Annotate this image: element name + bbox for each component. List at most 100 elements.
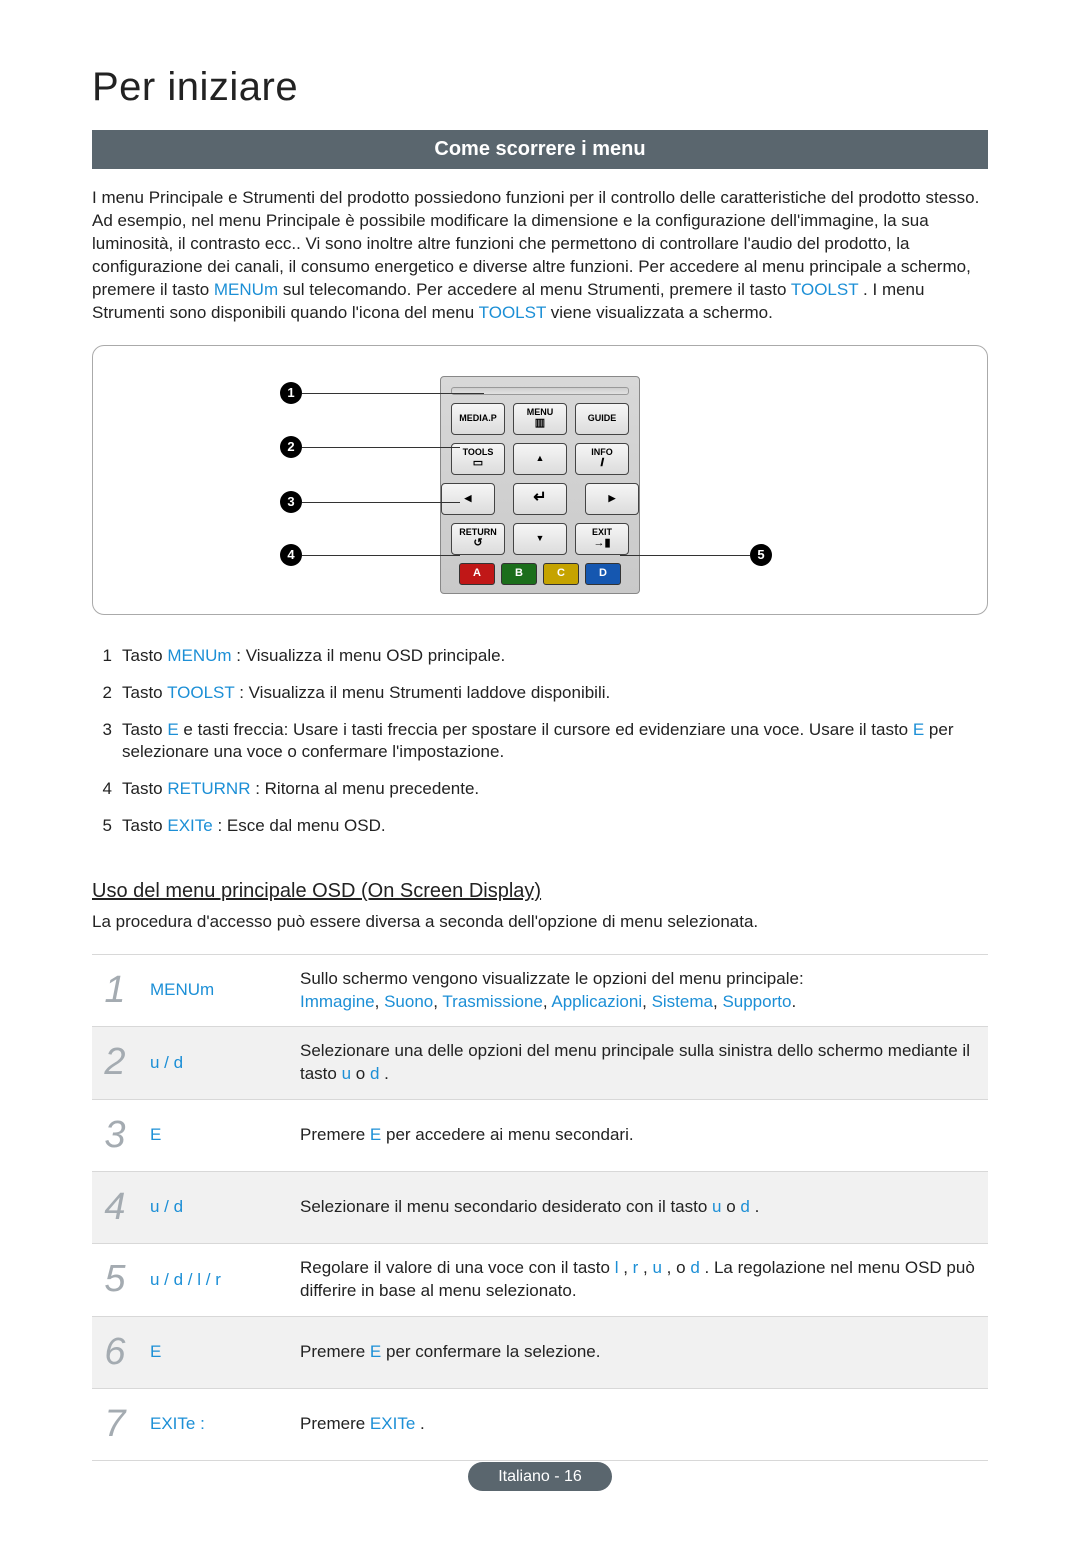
step-key: u / d xyxy=(138,1027,288,1099)
page-title: Per iniziare xyxy=(92,60,988,114)
menu-option: Trasmissione xyxy=(442,992,542,1011)
legend-num: 1 xyxy=(92,645,112,668)
step-key: MENUm xyxy=(138,955,288,1027)
menu-icon: ▥ xyxy=(535,418,545,429)
info-button: INFO𝒊 xyxy=(575,443,629,475)
legend-row: 1 Tasto MENUm : Visualizza il menu OSD p… xyxy=(92,645,988,668)
step-number: 5 xyxy=(92,1244,138,1316)
legend-key: E xyxy=(913,720,924,739)
intro-paragraph: I menu Principale e Strumenti del prodot… xyxy=(92,187,988,325)
menu-option: Applicazioni xyxy=(551,992,642,1011)
guide-button: GUIDE xyxy=(575,403,629,435)
legend-text: Tasto RETURNR : Ritorna al menu preceden… xyxy=(122,778,988,801)
step-key: E xyxy=(138,1316,288,1388)
return-button: RETURN↺ xyxy=(451,523,505,555)
step-number: 3 xyxy=(92,1099,138,1171)
step-number: 2 xyxy=(92,1027,138,1099)
inline-key: d xyxy=(740,1197,749,1216)
callout-line xyxy=(302,502,460,503)
steps-table: 1 MENUm Sullo schermo vengono visualizza… xyxy=(92,954,988,1461)
osd-heading: Uso del menu principale OSD (On Screen D… xyxy=(92,878,988,905)
legend-key: EXITe xyxy=(167,816,212,835)
legend-text: Tasto EXITe : Esce dal menu OSD. xyxy=(122,815,988,838)
enter-button: ↵ xyxy=(513,483,567,515)
callout-2: 2 xyxy=(280,436,302,458)
table-row: 1 MENUm Sullo schermo vengono visualizza… xyxy=(92,955,988,1027)
legend-key: MENUm xyxy=(167,646,231,665)
table-row: 4 u / d Selezionare il menu secondario d… xyxy=(92,1172,988,1244)
legend-num: 4 xyxy=(92,778,112,801)
table-row: 7 EXITe : Premere EXITe . xyxy=(92,1388,988,1460)
step-desc: Selezionare il menu secondario desiderat… xyxy=(288,1172,988,1244)
inline-key: E xyxy=(370,1342,381,1361)
legend-text: Tasto E e tasti freccia: Usare i tasti f… xyxy=(122,719,988,765)
table-row: 5 u / d / l / r Regolare il valore di un… xyxy=(92,1244,988,1316)
right-arrow-button: ▶ xyxy=(585,483,639,515)
intro-key-tools-b: TOOLST xyxy=(479,303,546,322)
left-arrow-button: ◀ xyxy=(441,483,495,515)
step-desc: Premere E per accedere ai menu secondari… xyxy=(288,1099,988,1171)
legend-text: Tasto MENUm : Visualizza il menu OSD pri… xyxy=(122,645,988,668)
step-key: u / d xyxy=(138,1172,288,1244)
inline-key: u xyxy=(342,1064,351,1083)
step-desc: Premere EXITe . xyxy=(288,1388,988,1460)
step-key: EXITe : xyxy=(138,1388,288,1460)
color-a-button: A xyxy=(459,563,495,585)
legend-key: TOOLST xyxy=(167,683,234,702)
legend-row: 5 Tasto EXITe : Esce dal menu OSD. xyxy=(92,815,988,838)
intro-key-menu: MENUm xyxy=(214,280,278,299)
callout-line xyxy=(302,555,460,556)
step-desc: Selezionare una delle opzioni del menu p… xyxy=(288,1027,988,1099)
legend-row: 2 Tasto TOOLST : Visualizza il menu Stru… xyxy=(92,682,988,705)
step-number: 7 xyxy=(92,1388,138,1460)
step-key: E xyxy=(138,1099,288,1171)
step-desc: Regolare il valore di una voce con il ta… xyxy=(288,1244,988,1316)
exit-button: EXIT→▮ xyxy=(575,523,629,555)
table-row: 2 u / d Selezionare una delle opzioni de… xyxy=(92,1027,988,1099)
inline-key: E xyxy=(370,1125,381,1144)
intro-text: sul telecomando. Per accedere al menu St… xyxy=(283,280,791,299)
callout-line xyxy=(302,447,460,448)
menu-option: Supporto xyxy=(722,992,791,1011)
callout-1: 1 xyxy=(280,382,302,404)
menu-button: MENU▥ xyxy=(513,403,567,435)
callout-4: 4 xyxy=(280,544,302,566)
step-key: u / d / l / r xyxy=(138,1244,288,1316)
color-c-button: C xyxy=(543,563,579,585)
inline-key: u xyxy=(712,1197,721,1216)
tools-icon: ▭ xyxy=(473,458,483,469)
legend-text: Tasto TOOLST : Visualizza il menu Strume… xyxy=(122,682,988,705)
step-number: 4 xyxy=(92,1172,138,1244)
callout-5: 5 xyxy=(750,544,772,566)
exit-icon: →▮ xyxy=(593,538,610,549)
table-row: 6 E Premere E per confermare la selezion… xyxy=(92,1316,988,1388)
remote-illustration: 1 2 3 4 5 MEDIA.P MENU▥ GUIDE TOOLS▭ xyxy=(92,345,988,615)
down-arrow-button: ▼ xyxy=(513,523,567,555)
legend-num: 2 xyxy=(92,682,112,705)
inline-key: EXITe xyxy=(370,1414,415,1433)
legend-row: 3 Tasto E e tasti freccia: Usare i tasti… xyxy=(92,719,988,765)
legend-list: 1 Tasto MENUm : Visualizza il menu OSD p… xyxy=(92,645,988,839)
up-arrow-button: ▲ xyxy=(513,443,567,475)
menu-option: Immagine xyxy=(300,992,375,1011)
osd-sub: La procedura d'accesso può essere divers… xyxy=(92,911,988,934)
intro-text: viene visualizzata a schermo. xyxy=(551,303,773,322)
remote-body: MEDIA.P MENU▥ GUIDE TOOLS▭ ▲ INFO𝒊 ◀ ↵ ▶ xyxy=(440,376,640,594)
page-footer: Italiano - 16 xyxy=(0,1462,1080,1492)
color-d-button: D xyxy=(585,563,621,585)
legend-num: 3 xyxy=(92,719,112,765)
legend-row: 4 Tasto RETURNR : Ritorna al menu preced… xyxy=(92,778,988,801)
legend-key: E xyxy=(167,720,178,739)
menu-option: Suono xyxy=(384,992,433,1011)
step-desc: Premere E per confermare la selezione. xyxy=(288,1316,988,1388)
menu-option: Sistema xyxy=(652,992,713,1011)
return-icon: ↺ xyxy=(473,538,482,549)
callout-line xyxy=(302,393,484,394)
step-number: 6 xyxy=(92,1316,138,1388)
step-number: 1 xyxy=(92,955,138,1027)
color-b-button: B xyxy=(501,563,537,585)
section-heading: Come scorrere i menu xyxy=(92,130,988,169)
step-desc: Sullo schermo vengono visualizzate le op… xyxy=(288,955,988,1027)
callout-3: 3 xyxy=(280,491,302,513)
info-icon: 𝒊 xyxy=(600,458,603,469)
